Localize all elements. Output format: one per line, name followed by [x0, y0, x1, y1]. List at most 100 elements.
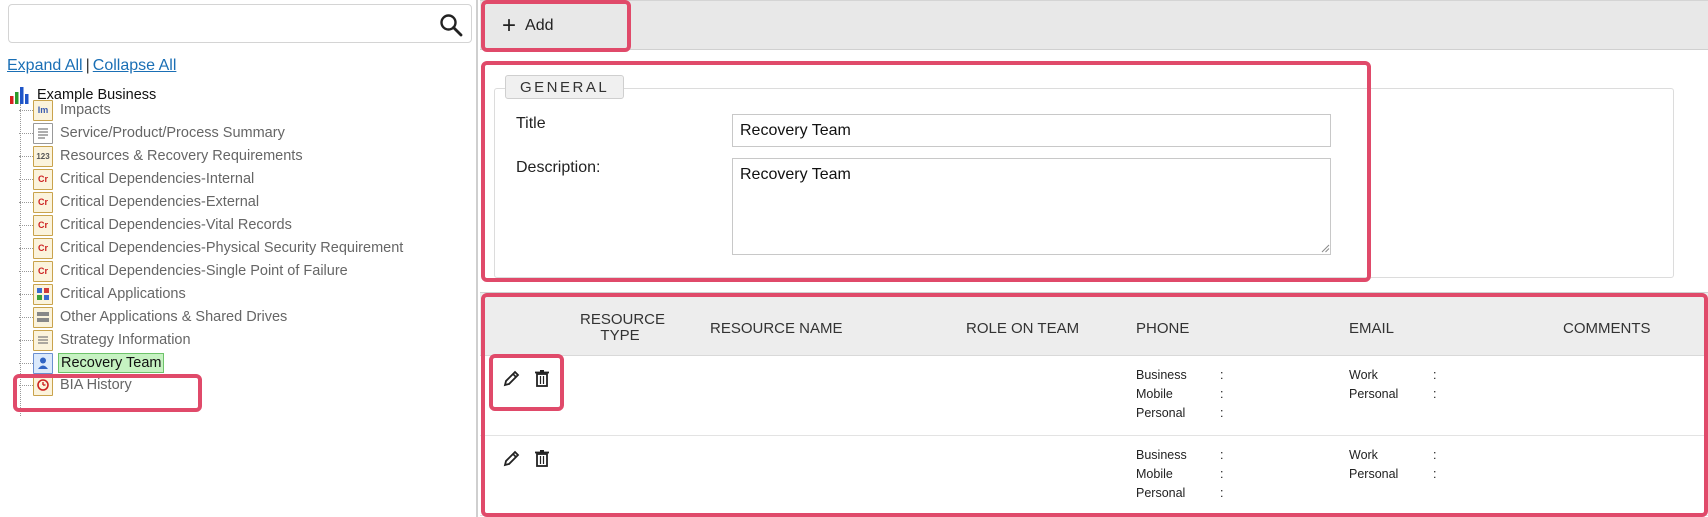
strategy-icon — [33, 329, 53, 351]
email-type: Work — [1349, 448, 1378, 462]
tree-node-label: BIA History — [60, 377, 132, 393]
critical-icon: Cr — [33, 168, 53, 190]
navigation-pane: Expand All | Collapse All Example Business… — [0, 0, 478, 517]
expand-all-link[interactable]: Expand All — [7, 57, 83, 74]
row-actions — [502, 448, 552, 468]
search-box[interactable] — [8, 4, 472, 43]
email-type: Personal — [1349, 467, 1399, 481]
content-pane: + Add GENERAL Title Description: Recover… — [480, 0, 1708, 517]
resource-grid: RESOURCE TYPE RESOURCE NAME ROLE ON TEAM… — [480, 292, 1708, 517]
collapse-all-link[interactable]: Collapse All — [93, 57, 177, 74]
general-legend: GENERAL — [505, 75, 625, 99]
critical-icon: Cr — [33, 260, 53, 282]
tree-connector — [20, 104, 21, 416]
tree-node-label: Other Applications & Shared Drives — [60, 309, 288, 325]
add-button-label: Add — [525, 17, 554, 34]
title-label: Title — [516, 115, 546, 132]
tree-node-label: Critical Dependencies-External — [60, 194, 260, 210]
tree-node-label: Critical Applications — [60, 286, 186, 302]
email-cell: Work: Personal: — [1349, 368, 1443, 406]
description-label: Description: — [516, 159, 601, 176]
phone-colon: : — [1220, 387, 1224, 401]
phone-type: Mobile — [1136, 387, 1173, 401]
tree-node-critical-applications[interactable]: Critical Applications — [19, 283, 188, 305]
email-colon: : — [1433, 387, 1437, 401]
critical-icon: Cr — [33, 214, 53, 236]
phone-cell: Business: Mobile: Personal: — [1136, 448, 1230, 505]
separator: | — [85, 57, 90, 74]
search-input[interactable] — [15, 11, 425, 37]
tree-node-bia-history[interactable]: BIA History — [19, 374, 134, 396]
tree-actions: Expand All | Collapse All — [7, 57, 176, 75]
tree-node-recovery-team[interactable]: Recovery Team — [19, 352, 165, 374]
phone-colon: : — [1220, 467, 1224, 481]
drives-icon — [33, 306, 53, 328]
edit-icon[interactable] — [502, 368, 522, 388]
team-icon — [33, 352, 53, 374]
history-icon — [33, 374, 53, 396]
impacts-icon: Im — [33, 99, 53, 121]
tree-node-critical-physical-security[interactable]: Cr Critical Dependencies-Physical Securi… — [19, 237, 405, 259]
email-colon: : — [1433, 368, 1437, 382]
toolbar: + Add — [480, 0, 1708, 50]
tree-node-label: Critical Dependencies-Vital Records — [60, 217, 292, 233]
table-row: Business: Mobile: Personal: Work: Person… — [480, 356, 1708, 436]
column-header-phone[interactable]: PHONE — [1136, 320, 1189, 337]
phone-cell: Business: Mobile: Personal: — [1136, 368, 1230, 425]
column-header-role-on-team[interactable]: ROLE ON TEAM — [966, 320, 1079, 337]
table-row: Business: Mobile: Personal: Work: Person… — [480, 436, 1708, 516]
delete-icon[interactable] — [532, 368, 552, 388]
critical-icon: Cr — [33, 191, 53, 213]
tree-node-label: Recovery Team — [58, 353, 165, 373]
tree-node-label: Critical Dependencies-Internal — [60, 171, 255, 187]
phone-colon: : — [1220, 406, 1224, 420]
column-header-comments[interactable]: COMMENTS — [1563, 320, 1651, 337]
description-input[interactable]: Recovery Team — [732, 158, 1331, 255]
column-header-resource-type[interactable]: RESOURCE TYPE — [580, 312, 665, 344]
delete-icon[interactable] — [532, 448, 552, 468]
email-colon: : — [1433, 448, 1437, 462]
phone-type: Business — [1136, 368, 1187, 382]
email-type: Work — [1349, 368, 1378, 382]
bar-chart-icon — [10, 87, 29, 104]
resize-grip-icon[interactable] — [1320, 243, 1330, 253]
tree-node-strategy-information[interactable]: Strategy Information — [19, 329, 193, 351]
email-colon: : — [1433, 467, 1437, 481]
add-button[interactable]: + Add — [502, 13, 553, 39]
tree-node-label: Resources & Recovery Requirements — [60, 148, 303, 164]
critical-icon: Cr — [33, 237, 53, 259]
email-type: Personal — [1349, 387, 1399, 401]
document-icon — [33, 122, 53, 144]
tree-node-service-summary[interactable]: Service/Product/Process Summary — [19, 122, 287, 144]
tree-node-label: Critical Dependencies-Single Point of Fa… — [60, 263, 348, 279]
tree-node-label: Impacts — [60, 102, 111, 118]
tree-node-label: Strategy Information — [60, 332, 191, 348]
phone-type: Mobile — [1136, 467, 1173, 481]
tree-node-other-applications[interactable]: Other Applications & Shared Drives — [19, 306, 289, 328]
tree-node-impacts[interactable]: Im Impacts — [19, 99, 113, 121]
tree-node-critical-internal[interactable]: Cr Critical Dependencies-Internal — [19, 168, 256, 190]
column-header-resource-name[interactable]: RESOURCE NAME — [710, 320, 843, 337]
tree-node-label: Service/Product/Process Summary — [60, 125, 285, 141]
numbers-icon: 123 — [33, 145, 53, 167]
plus-icon: + — [502, 12, 517, 39]
tree-node-critical-external[interactable]: Cr Critical Dependencies-External — [19, 191, 261, 213]
grid-header: RESOURCE TYPE RESOURCE NAME ROLE ON TEAM… — [480, 293, 1708, 356]
tree-node-critical-vital-records[interactable]: Cr Critical Dependencies-Vital Records — [19, 214, 294, 236]
phone-type: Personal — [1136, 406, 1186, 420]
email-cell: Work: Personal: — [1349, 448, 1443, 486]
phone-colon: : — [1220, 448, 1224, 462]
tree-node-label: Critical Dependencies-Physical Security … — [60, 240, 404, 256]
edit-icon[interactable] — [502, 448, 522, 468]
phone-type: Business — [1136, 448, 1187, 462]
tree-node-resources-recovery[interactable]: 123 Resources & Recovery Requirements — [19, 145, 305, 167]
column-header-email[interactable]: EMAIL — [1349, 320, 1394, 337]
title-input[interactable] — [732, 114, 1331, 147]
row-actions — [502, 368, 552, 388]
phone-type: Personal — [1136, 486, 1186, 500]
tree-node-critical-single-point[interactable]: Cr Critical Dependencies-Single Point of… — [19, 260, 350, 282]
phone-colon: : — [1220, 486, 1224, 500]
search-icon[interactable] — [439, 13, 463, 37]
phone-colon: : — [1220, 368, 1224, 382]
applications-icon — [33, 283, 53, 305]
